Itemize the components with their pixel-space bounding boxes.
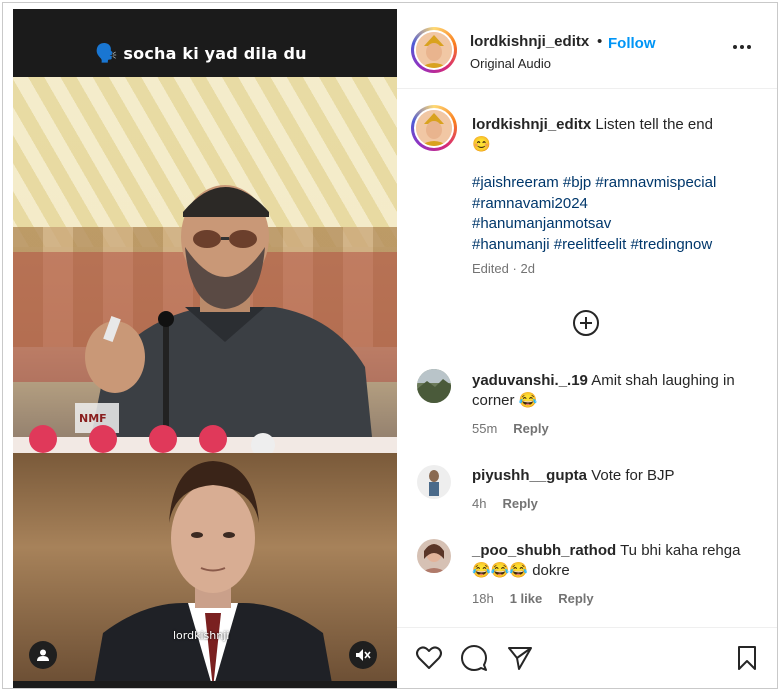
author-avatar[interactable] bbox=[411, 27, 457, 73]
comment-icon bbox=[461, 645, 487, 671]
overlay-caption-text: socha ki yad dila du bbox=[123, 44, 307, 63]
video-scene-speaker: NMF bbox=[13, 77, 397, 453]
comment-text: _poo_shubh_rathod Tu bhi kaha rehga 😂😂😂 … bbox=[472, 542, 741, 579]
commenter-username[interactable]: yaduvanshi._.19 bbox=[472, 372, 588, 389]
tagged-users-button[interactable] bbox=[29, 641, 57, 669]
caption-body: lordkishnji_editx Listen tell the end 😊 bbox=[472, 115, 762, 155]
edited-timestamp: Edited · 2d bbox=[472, 261, 535, 276]
video-scene-reaction: lordkishnji bbox=[13, 453, 397, 688]
hashtag-link[interactable]: #hanumanji bbox=[472, 236, 550, 253]
heart-icon bbox=[416, 646, 442, 669]
more-options-button[interactable] bbox=[733, 41, 757, 53]
caption-emoji: 😊 bbox=[472, 136, 491, 153]
follow-button[interactable]: Follow bbox=[608, 35, 656, 52]
video-top-bar: 🗣️ socha ki yad dila du bbox=[13, 9, 397, 77]
caption-username[interactable]: lordkishnji_editx bbox=[472, 116, 591, 133]
reply-button[interactable]: Reply bbox=[558, 591, 593, 606]
like-button[interactable] bbox=[415, 644, 443, 672]
commenter-username[interactable]: piyushh__gupta bbox=[472, 467, 587, 484]
hashtag-link[interactable]: #tredingnow bbox=[630, 236, 712, 253]
reply-button[interactable]: Reply bbox=[513, 421, 548, 436]
video-watermark: lordkishnji bbox=[173, 629, 230, 642]
reply-button[interactable]: Reply bbox=[502, 496, 537, 511]
commenter-avatar[interactable] bbox=[417, 539, 451, 573]
comment-meta: 18h 1 like Reply bbox=[472, 591, 594, 606]
comment-meta: 4h Reply bbox=[472, 496, 538, 511]
commenter-username[interactable]: _poo_shubh_rathod bbox=[472, 542, 616, 559]
reaction-figure bbox=[93, 461, 333, 688]
comment-time: 4h bbox=[472, 496, 487, 511]
reel-video[interactable]: 🗣️ socha ki yad dila du NMF lordkishnji bbox=[13, 9, 397, 688]
post-side-panel: lordkishnji_editx • Follow Original Audi… bbox=[397, 3, 777, 688]
load-more-comments-button[interactable] bbox=[572, 309, 600, 337]
save-button[interactable] bbox=[733, 644, 761, 672]
comment-button[interactable] bbox=[460, 644, 488, 672]
bookmark-icon bbox=[738, 646, 756, 670]
post-dialog: 🗣️ socha ki yad dila du NMF lordkishnji … bbox=[2, 2, 778, 689]
hashtag-list: #jaishreeram #bjp #ramnavmispecial #ramn… bbox=[472, 173, 762, 255]
speaking-head-icon: 🗣️ bbox=[95, 43, 118, 63]
speaker-figure: NMF bbox=[75, 185, 374, 453]
hashtag-link[interactable]: #ramnavmispecial bbox=[595, 174, 716, 191]
author-username[interactable]: lordkishnji_editx bbox=[470, 33, 589, 50]
caption-author-avatar[interactable] bbox=[411, 105, 457, 151]
caption-text: Listen tell the end bbox=[595, 116, 713, 133]
commenter-avatar[interactable] bbox=[417, 369, 451, 403]
hashtag-link[interactable]: #ramnavami2024 bbox=[472, 195, 588, 212]
post-action-bar bbox=[397, 627, 777, 688]
video-overlay-caption: 🗣️ socha ki yad dila du bbox=[95, 43, 307, 64]
comment-meta: 55m Reply bbox=[472, 421, 549, 436]
hashtag-link[interactable]: #jaishreeram bbox=[472, 174, 559, 191]
comment-text: yaduvanshi._.19 Amit shah laughing in co… bbox=[472, 372, 735, 409]
comment-text: piyushh__gupta Vote for BJP bbox=[472, 467, 675, 484]
share-button[interactable] bbox=[506, 644, 534, 672]
header-separator: • bbox=[597, 33, 603, 50]
plus-circle-icon bbox=[573, 310, 599, 336]
hashtag-link[interactable]: #bjp bbox=[563, 174, 591, 191]
more-horizontal-icon bbox=[733, 45, 737, 49]
author-avatar-image bbox=[416, 32, 452, 68]
audio-link[interactable]: Original Audio bbox=[470, 56, 551, 71]
mute-toggle-button[interactable] bbox=[349, 641, 377, 669]
user-icon bbox=[37, 649, 49, 661]
speaker-muted-icon bbox=[356, 649, 371, 661]
comment-likes[interactable]: 1 like bbox=[510, 591, 543, 606]
comment-time: 18h bbox=[472, 591, 494, 606]
hashtag-link[interactable]: #hanumanjanmotsav bbox=[472, 215, 611, 232]
hashtag-link[interactable]: #reelitfeelit bbox=[554, 236, 627, 253]
post-header: lordkishnji_editx • Follow Original Audi… bbox=[397, 3, 777, 89]
flower-decoration bbox=[13, 425, 397, 453]
caption-avatar-image bbox=[416, 110, 452, 146]
comment-time: 55m bbox=[472, 421, 498, 436]
send-icon bbox=[508, 647, 532, 670]
commenter-avatar[interactable] bbox=[417, 465, 451, 499]
